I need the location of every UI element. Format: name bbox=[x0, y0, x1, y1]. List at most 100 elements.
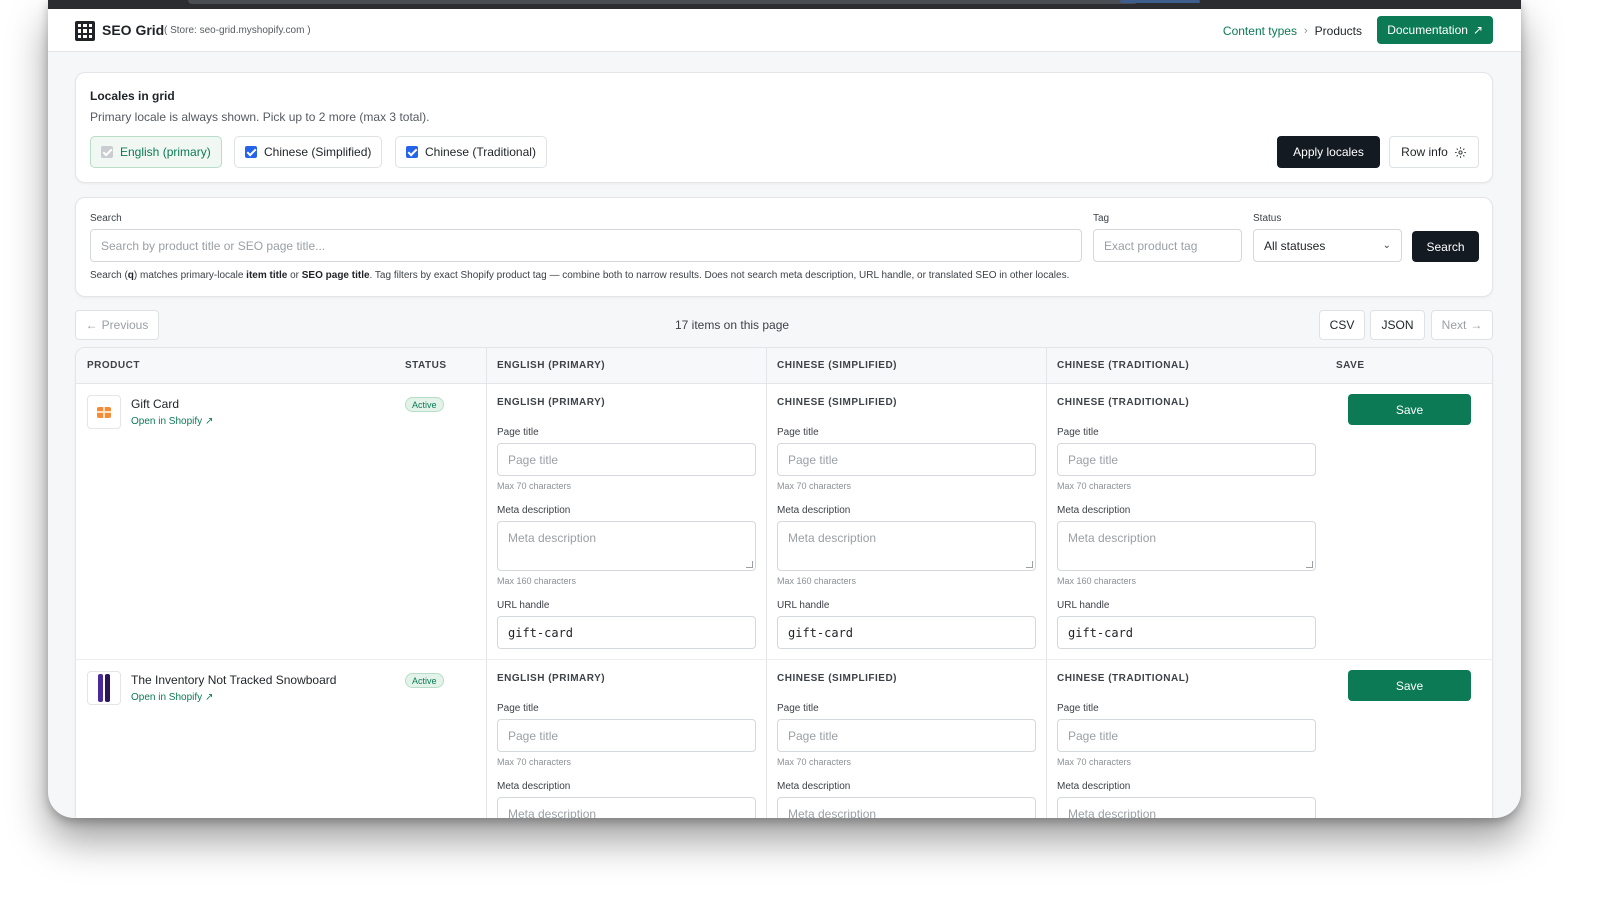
url-handle-input[interactable]: gift-card bbox=[1057, 616, 1316, 649]
search-input[interactable]: Search by product title or SEO page titl… bbox=[90, 229, 1082, 262]
locale-chip-label: Chinese (Simplified) bbox=[264, 145, 372, 159]
meta-description-hint: Max 160 characters bbox=[777, 576, 857, 586]
next-button[interactable]: Next → bbox=[1431, 310, 1493, 340]
locale-heading: ENGLISH (PRIMARY) bbox=[497, 673, 606, 684]
locale-chip-label: English (primary) bbox=[120, 145, 211, 159]
locale-heading: CHINESE (TRADITIONAL) bbox=[1057, 397, 1190, 408]
save-button[interactable]: Save bbox=[1348, 670, 1471, 701]
meta-description-label: Meta description bbox=[497, 505, 571, 516]
page-title-hint: Max 70 characters bbox=[1057, 481, 1132, 491]
locale-chip-chinese-traditional[interactable]: Chinese (Traditional) bbox=[395, 136, 547, 168]
row-info-button[interactable]: Row info bbox=[1389, 136, 1479, 168]
checkbox-chinese-simplified[interactable] bbox=[245, 146, 257, 158]
next-label: Next bbox=[1441, 318, 1467, 332]
locale-column-chinese-traditional: CHINESE (TRADITIONAL) Page title Page ti… bbox=[1057, 384, 1317, 659]
status-select[interactable]: All statuses ⌄ bbox=[1253, 229, 1402, 262]
open-in-shopify-link[interactable]: Open in Shopify ↗ bbox=[131, 416, 213, 427]
browser-tab-strip bbox=[188, 0, 1138, 4]
checkbox-chinese-traditional[interactable] bbox=[406, 146, 418, 158]
table-row: Gift Card Open in Shopify ↗ Active ENGLI… bbox=[76, 384, 1492, 659]
external-link-icon: ↗ bbox=[1472, 23, 1483, 37]
locale-heading: CHINESE (TRADITIONAL) bbox=[1057, 673, 1190, 684]
row-info-label: Row info bbox=[1401, 145, 1448, 159]
page-title-input[interactable]: Page title bbox=[777, 443, 1036, 476]
browser-top-edge bbox=[48, 0, 1521, 9]
tag-input[interactable]: Exact product tag bbox=[1093, 229, 1242, 262]
search-label: Search bbox=[90, 213, 122, 224]
arrow-right-icon: → bbox=[1470, 318, 1483, 332]
locale-column-chinese-simplified: CHINESE (SIMPLIFIED) Page title Page tit… bbox=[777, 660, 1037, 818]
app-title: SEO Grid bbox=[102, 22, 165, 38]
page-title-label: Page title bbox=[497, 703, 539, 714]
previous-button[interactable]: ← Previous bbox=[75, 310, 159, 340]
page-title-input[interactable]: Page title bbox=[777, 719, 1036, 752]
meta-description-textarea[interactable]: Meta description bbox=[497, 797, 756, 818]
locale-heading: CHINESE (SIMPLIFIED) bbox=[777, 397, 898, 408]
meta-description-textarea[interactable]: Meta description bbox=[777, 797, 1036, 818]
locale-column-english: ENGLISH (PRIMARY) Page title Page title … bbox=[497, 660, 757, 818]
page-title-label: Page title bbox=[777, 703, 819, 714]
column-header-chinese-simplified: CHINESE (SIMPLIFIED) bbox=[777, 360, 898, 371]
meta-description-label: Meta description bbox=[497, 781, 571, 792]
meta-description-label: Meta description bbox=[777, 781, 851, 792]
locale-heading: ENGLISH (PRIMARY) bbox=[497, 397, 606, 408]
product-name: Gift Card bbox=[131, 397, 180, 411]
locales-card: Locales in grid Primary locale is always… bbox=[75, 72, 1493, 183]
search-help-text: Search (q) matches primary-locale item t… bbox=[90, 270, 1070, 281]
url-handle-label: URL handle bbox=[777, 600, 830, 611]
page-title-label: Page title bbox=[1057, 427, 1099, 438]
locale-chip-english: English (primary) bbox=[90, 136, 222, 168]
apply-locales-button[interactable]: Apply locales bbox=[1277, 136, 1380, 168]
url-handle-label: URL handle bbox=[497, 600, 550, 611]
locales-title: Locales in grid bbox=[90, 89, 175, 103]
meta-description-textarea[interactable]: Meta description bbox=[1057, 521, 1316, 571]
open-in-shopify-link[interactable]: Open in Shopify ↗ bbox=[131, 692, 213, 703]
status-label: Status bbox=[1253, 213, 1282, 224]
locale-column-chinese-simplified: CHINESE (SIMPLIFIED) Page title Page tit… bbox=[777, 384, 1037, 659]
gear-icon bbox=[1454, 146, 1466, 158]
store-label: ( Store: seo-grid.myshopify.com ) bbox=[164, 25, 311, 36]
product-thumbnail bbox=[87, 395, 121, 429]
column-header-chinese-traditional: CHINESE (TRADITIONAL) bbox=[1057, 360, 1190, 371]
page-title-label: Page title bbox=[777, 427, 819, 438]
url-handle-input[interactable]: gift-card bbox=[777, 616, 1036, 649]
documentation-label: Documentation bbox=[1387, 23, 1468, 37]
url-handle-label: URL handle bbox=[1057, 600, 1110, 611]
app-window: SEO Grid ( Store: seo-grid.myshopify.com… bbox=[48, 0, 1521, 818]
breadcrumb-content-types[interactable]: Content types bbox=[1223, 24, 1297, 38]
locale-heading: CHINESE (SIMPLIFIED) bbox=[777, 673, 898, 684]
table-header: PRODUCT STATUS ENGLISH (PRIMARY) CHINESE… bbox=[76, 348, 1492, 384]
status-badge: Active bbox=[405, 397, 444, 412]
browser-indicator bbox=[1120, 0, 1200, 3]
column-header-english: ENGLISH (PRIMARY) bbox=[497, 360, 606, 371]
page-title-hint: Max 70 characters bbox=[497, 757, 572, 767]
locale-chip-chinese-simplified[interactable]: Chinese (Simplified) bbox=[234, 136, 383, 168]
search-button[interactable]: Search bbox=[1412, 231, 1479, 262]
csv-export-button[interactable]: CSV bbox=[1319, 310, 1365, 340]
url-handle-input[interactable]: gift-card bbox=[497, 616, 756, 649]
product-name: The Inventory Not Tracked Snowboard bbox=[131, 673, 337, 687]
meta-description-hint: Max 160 characters bbox=[1057, 576, 1137, 586]
page-title-input[interactable]: Page title bbox=[1057, 443, 1316, 476]
page-title-label: Page title bbox=[1057, 703, 1099, 714]
seo-grid-table: PRODUCT STATUS ENGLISH (PRIMARY) CHINESE… bbox=[75, 347, 1493, 818]
meta-description-textarea[interactable]: Meta description bbox=[1057, 797, 1316, 818]
breadcrumb: Content types › Products bbox=[1223, 24, 1362, 38]
status-select-value: All statuses bbox=[1264, 238, 1326, 253]
json-export-button[interactable]: JSON bbox=[1370, 310, 1425, 340]
external-link-icon: ↗ bbox=[204, 692, 214, 703]
column-header-status: STATUS bbox=[405, 360, 447, 371]
page-title-input[interactable]: Page title bbox=[1057, 719, 1316, 752]
product-thumbnail bbox=[87, 671, 121, 705]
meta-description-textarea[interactable]: Meta description bbox=[497, 521, 756, 571]
page-title-hint: Max 70 characters bbox=[497, 481, 572, 491]
meta-description-textarea[interactable]: Meta description bbox=[777, 521, 1036, 571]
page-title-input[interactable]: Page title bbox=[497, 443, 756, 476]
save-button[interactable]: Save bbox=[1348, 394, 1471, 425]
status-badge: Active bbox=[405, 673, 444, 688]
page-title-input[interactable]: Page title bbox=[497, 719, 756, 752]
documentation-button[interactable]: Documentation ↗ bbox=[1377, 16, 1493, 44]
search-card: Search Search by product title or SEO pa… bbox=[75, 197, 1493, 297]
chevron-right-icon: › bbox=[1303, 25, 1308, 37]
arrow-left-icon: ← bbox=[85, 318, 98, 332]
